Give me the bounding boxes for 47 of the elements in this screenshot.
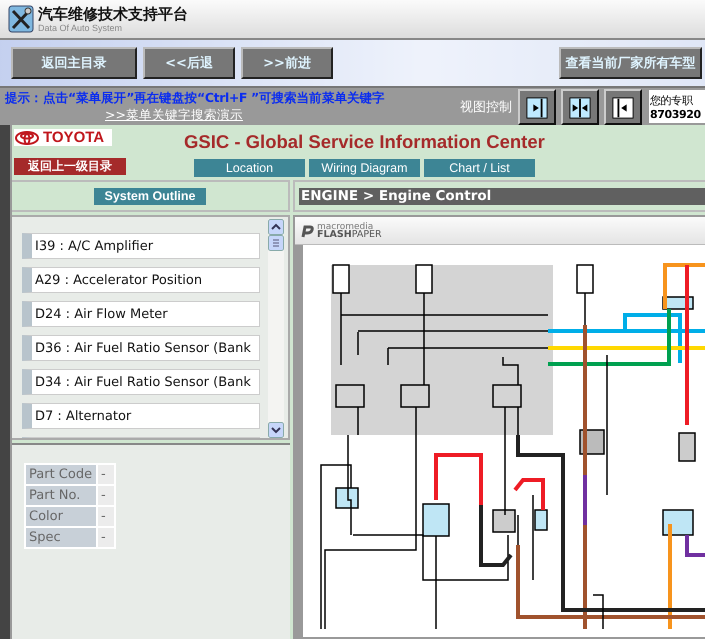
expand-right-icon [526, 96, 548, 118]
scroll-up-icon[interactable] [268, 219, 284, 235]
outline-item[interactable]: I39 : A/C Amplifier [22, 233, 260, 259]
section-tab[interactable]: Chart / List [424, 159, 535, 177]
part-label: Spec [26, 528, 96, 547]
view-button[interactable] [518, 88, 556, 124]
view-button[interactable] [604, 88, 642, 124]
view-button[interactable] [561, 88, 599, 124]
part-value: - [98, 465, 114, 484]
section-tab[interactable]: Wiring Diagram [309, 159, 420, 177]
view-control-label: 视图控制 [460, 98, 512, 116]
part-value: - [98, 528, 114, 547]
contact-text: 您的专职 [650, 92, 694, 108]
all-models-button[interactable]: 查看当前厂家所有车型 [559, 47, 702, 79]
scroll-thumb-icon[interactable] [268, 235, 284, 251]
outline-item[interactable]: A29 : Accelerator Position [22, 267, 260, 293]
nav-button[interactable]: >>前进 [241, 47, 333, 79]
search-demo-link[interactable]: >>菜单关键字搜索演示 [105, 106, 455, 124]
contact-text: 8703920 [650, 108, 702, 120]
hint-text: 提示：点击“菜单展开”再在键盘按“Ctrl+F ”可搜索当前菜单关键字 [5, 90, 386, 106]
scroll-down-icon[interactable] [268, 422, 284, 438]
plugin-vendor: macromedia [317, 222, 374, 230]
outline-item[interactable]: D36 : Air Fuel Ratio Sensor (Bank [22, 335, 260, 361]
outline-item[interactable]: D24 : Air Flow Meter [22, 301, 260, 327]
expand-left-icon [612, 96, 634, 118]
back-up-button[interactable]: 返回上一级目录 [14, 158, 126, 175]
system-outline-button[interactable]: System Outline [94, 188, 206, 204]
outline-item[interactable]: D7 : Alternator [22, 403, 260, 429]
page-title: GSIC - Global Service Information Center [184, 131, 545, 153]
breadcrumb: ENGINE > Engine Control [299, 188, 705, 204]
brand-logo: TOYOTA [14, 129, 112, 146]
plugin-product: FLASHPAPER [317, 230, 382, 238]
outline-item[interactable]: D34 : Air Fuel Ratio Sensor (Bank [22, 369, 260, 395]
nav-button[interactable]: 返回主目录 [11, 47, 137, 79]
part-label: Part No. [26, 486, 96, 505]
ellipses-emblem-icon [14, 130, 40, 144]
part-value: - [98, 486, 114, 505]
tools-logo-icon [8, 5, 34, 33]
part-value: - [98, 507, 114, 526]
flashpaper-logo-icon [300, 224, 314, 238]
part-label: Part Code [26, 465, 96, 484]
split-view-icon [569, 96, 591, 118]
section-tab[interactable]: Location [194, 159, 305, 177]
nav-button[interactable]: <<后退 [143, 47, 235, 79]
app-title: 汽车维修技术支持平台 [38, 5, 188, 24]
part-label: Color [26, 507, 96, 526]
app-subtitle: Data Of Auto System [38, 23, 122, 33]
